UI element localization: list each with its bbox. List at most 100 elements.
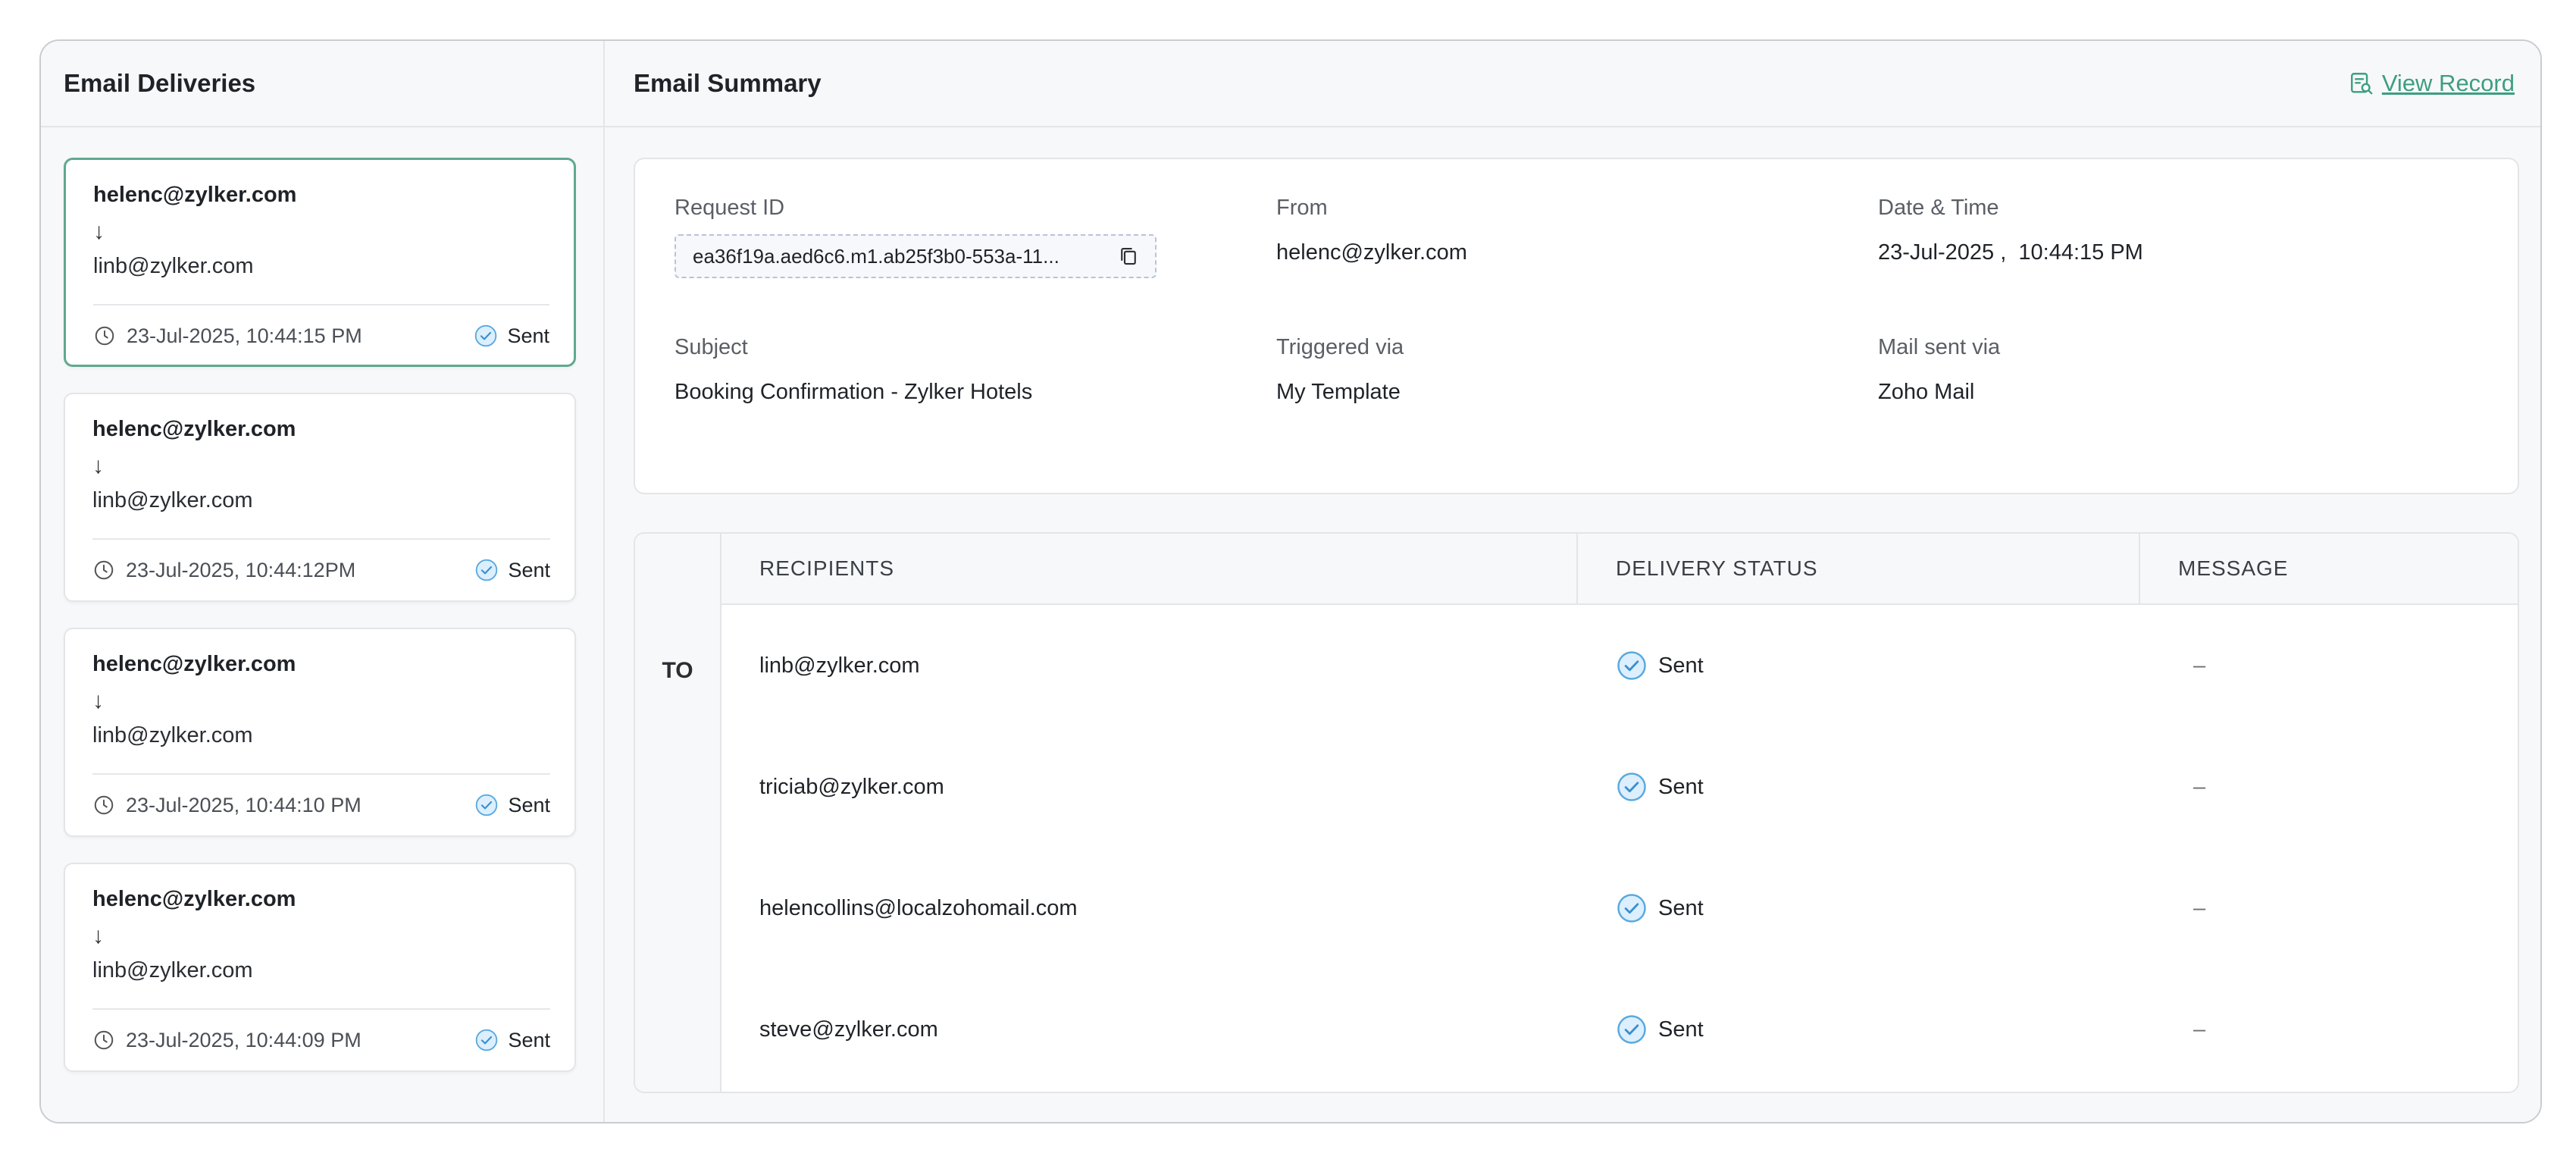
clock-icon (94, 560, 114, 580)
header-delivery-status: DELIVERY STATUS (1616, 556, 1818, 580)
recipient-type-label: TO (662, 658, 693, 683)
card-divider (92, 1008, 550, 1010)
check-circle-icon (1617, 894, 1646, 923)
table-row: steve@zylker.com Sent – (721, 969, 2518, 1090)
record-search-icon (2350, 73, 2373, 95)
from-value: helenc@zylker.com (1276, 240, 1467, 265)
from-label: From (1276, 196, 1328, 220)
check-circle-icon (476, 1029, 498, 1051)
mailvia-field: Mail sent via Zoho Mail (1878, 335, 2000, 405)
arrow-down-icon: ↓ (93, 219, 105, 244)
card-time-text: 23-Jul-2025, 10:44:12PM (126, 558, 356, 581)
clock-icon (95, 326, 114, 346)
delivery-card[interactable]: helenc@zylker.com ↓ linb@zylker.com 23-J… (64, 393, 576, 602)
status-text: Sent (1658, 895, 1704, 920)
check-circle-icon (476, 559, 498, 581)
card-sender: helenc@zylker.com (93, 183, 297, 207)
table-row: triciab@zylker.com Sent – (721, 726, 2518, 848)
view-record-link[interactable]: View Record (2349, 70, 2515, 97)
card-time: 23-Jul-2025, 10:44:15 PM (93, 324, 362, 348)
delivery-card[interactable]: helenc@zylker.com ↓ linb@zylker.com 23-J… (64, 863, 576, 1072)
card-footer: 23-Jul-2025, 10:44:10 PM Sent (92, 790, 550, 820)
card-divider (92, 538, 550, 540)
header-recipients: RECIPIENTS (759, 556, 895, 580)
triggered-label: Triggered via (1276, 335, 1404, 359)
card-sender: helenc@zylker.com (92, 417, 296, 441)
status-text: Sent (1658, 653, 1704, 678)
request-id-box: ea36f19a.aed6c6.m1.ab25f3b0-553a-11... (675, 234, 1157, 278)
triggered-value: My Template (1276, 380, 1401, 404)
recipient-cell: steve@zylker.com (759, 1017, 938, 1042)
message-cell: – (2193, 895, 2206, 920)
header-divider (1576, 534, 1578, 603)
card-sender: helenc@zylker.com (92, 652, 296, 676)
check-circle-icon (1617, 772, 1646, 801)
delivery-card[interactable]: helenc@zylker.com ↓ linb@zylker.com 23-J… (64, 158, 576, 367)
card-time: 23-Jul-2025, 10:44:09 PM (92, 1029, 362, 1052)
card-time-text: 23-Jul-2025, 10:44:09 PM (126, 1028, 362, 1051)
card-recipient: linb@zylker.com (93, 254, 254, 278)
triggered-field: Triggered via My Template (1276, 335, 1404, 405)
arrow-down-icon: ↓ (92, 688, 104, 713)
delivery-status-cell: Sent (1616, 605, 1704, 726)
card-footer: 23-Jul-2025, 10:44:15 PM Sent (93, 321, 549, 351)
delivery-status-cell: Sent (1616, 969, 1704, 1090)
card-divider (93, 304, 549, 306)
subject-value: Booking Confirmation - Zylker Hotels (675, 380, 1033, 404)
card-footer: 23-Jul-2025, 10:44:09 PM Sent (92, 1025, 550, 1055)
request-id-field: Request ID ea36f19a.aed6c6.m1.ab25f3b0-5… (675, 196, 1157, 278)
datetime-label: Date & Time (1878, 196, 1999, 220)
card-time: 23-Jul-2025, 10:44:12PM (92, 559, 355, 582)
status-text: Sent (508, 793, 550, 816)
header-divider (2139, 534, 2140, 603)
subject-label: Subject (675, 335, 748, 359)
summary-details: Request ID ea36f19a.aed6c6.m1.ab25f3b0-5… (634, 158, 2519, 494)
check-circle-icon (475, 324, 497, 347)
copy-icon[interactable] (1117, 245, 1140, 268)
card-recipient: linb@zylker.com (92, 958, 253, 982)
status-text: Sent (1658, 774, 1704, 799)
card-sender: helenc@zylker.com (92, 887, 296, 911)
from-field: From helenc@zylker.com (1276, 196, 1467, 265)
header-message: MESSAGE (2178, 556, 2289, 580)
summary-header: Email Summary View Record (605, 41, 2540, 127)
card-time-text: 23-Jul-2025, 10:44:10 PM (126, 793, 362, 816)
delivery-card[interactable]: helenc@zylker.com ↓ linb@zylker.com 23-J… (64, 628, 576, 837)
mailvia-value: Zoho Mail (1878, 380, 1975, 404)
delivery-status-cell: Sent (1616, 848, 1704, 969)
table-header: RECIPIENTS DELIVERY STATUS MESSAGE (721, 534, 2518, 605)
arrow-down-icon: ↓ (92, 453, 104, 478)
table-row: linb@zylker.com Sent – (721, 605, 2518, 726)
status-text: Sent (1658, 1017, 1704, 1042)
status-badge: Sent (474, 793, 550, 817)
message-cell: – (2193, 653, 2206, 678)
check-circle-icon (1617, 651, 1646, 680)
deliveries-header: Email Deliveries (41, 41, 603, 127)
recipient-cell: helencollins@localzohomail.com (759, 895, 1078, 920)
recipient-cell: triciab@zylker.com (759, 774, 944, 799)
request-id-label: Request ID (675, 196, 785, 220)
status-badge: Sent (474, 1028, 550, 1052)
status-badge: Sent (474, 558, 550, 582)
summary-title: Email Summary (634, 69, 822, 97)
table-row: helencollins@localzohomail.com Sent – (721, 848, 2518, 969)
status-text: Sent (508, 1028, 550, 1051)
card-recipient: linb@zylker.com (92, 723, 253, 747)
card-footer: 23-Jul-2025, 10:44:12PM Sent (92, 555, 550, 585)
request-id-value: ea36f19a.aed6c6.m1.ab25f3b0-553a-11... (693, 244, 1060, 268)
email-deliveries-panel: Email Deliveries helenc@zylker.com ↓ lin… (39, 39, 2542, 1123)
recipient-type-column: TO (635, 534, 721, 1092)
view-record-text: View Record (2381, 70, 2515, 96)
deliveries-title: Email Deliveries (64, 69, 256, 97)
check-circle-icon (476, 794, 498, 816)
mailvia-label: Mail sent via (1878, 335, 2001, 359)
recipients-table: TO RECIPIENTS DELIVERY STATUS MESSAGE li… (634, 532, 2519, 1093)
message-cell: – (2193, 774, 2206, 799)
card-divider (92, 773, 550, 775)
status-badge: Sent (474, 324, 549, 348)
delivery-status-cell: Sent (1616, 726, 1704, 848)
datetime-value: 23-Jul-2025 , 10:44:15 PM (1878, 240, 2143, 265)
check-circle-icon (1617, 1015, 1646, 1044)
status-text: Sent (507, 324, 549, 347)
clock-icon (94, 1030, 114, 1050)
